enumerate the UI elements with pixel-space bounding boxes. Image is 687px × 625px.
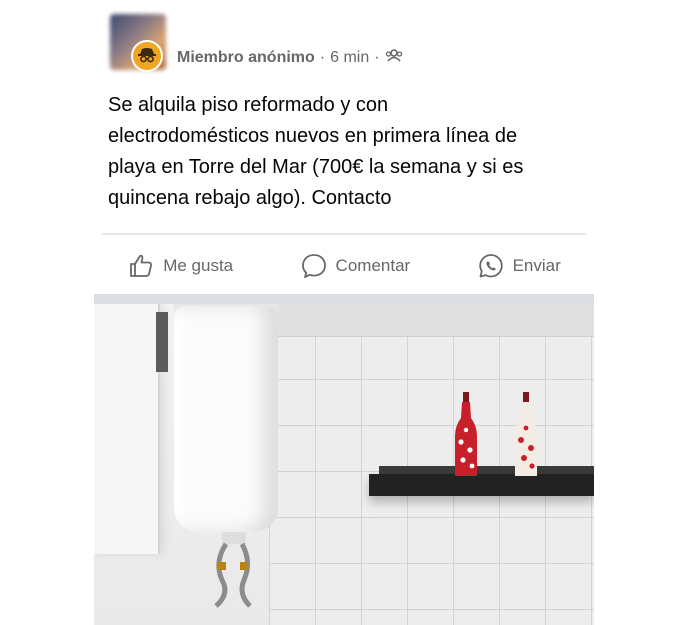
red-bottle — [455, 392, 477, 476]
share-label: Enviar — [512, 256, 561, 275]
post-actions: Me gusta Comentar Enviar — [94, 244, 594, 288]
post-meta: Miembro anónimo · 6 min · — [177, 48, 403, 67]
post-photo[interactable] — [94, 304, 594, 625]
like-button[interactable]: Me gusta — [127, 252, 233, 280]
author-name[interactable]: Miembro anónimo — [177, 49, 315, 67]
meta-separator: · — [374, 48, 380, 66]
thumbs-up-icon — [130, 254, 153, 277]
post-text-line: Se alquila piso reformado y con — [108, 94, 389, 116]
comment-label: Comentar — [335, 256, 411, 275]
wall-cabinet — [94, 304, 160, 554]
meta-separator: · — [319, 48, 326, 66]
share-button[interactable]: Enviar — [477, 252, 561, 280]
floating-shelf — [369, 474, 594, 496]
like-label: Me gusta — [163, 256, 234, 275]
post-text-line: electrodomésticos nuevos en primera líne… — [108, 125, 518, 147]
post-time[interactable]: 6 min — [330, 49, 369, 67]
door-frame — [156, 312, 168, 372]
white-bottle — [515, 392, 537, 476]
post-text-line: playa en Torre del Mar (700€ la semana y… — [108, 156, 524, 178]
boiler-pipes — [214, 532, 252, 608]
water-heater — [174, 306, 278, 532]
post-card: Miembro anónimo · 6 min · Se alquila pis… — [94, 0, 594, 625]
divider — [102, 233, 586, 235]
ceiling — [259, 304, 594, 337]
post-text: Se alquila piso reformado y con electrod… — [108, 90, 578, 214]
speech-bubble-icon — [301, 254, 326, 278]
anonymous-member-icon — [131, 40, 163, 72]
group-icon — [385, 48, 403, 67]
comment-button[interactable]: Comentar — [300, 252, 411, 280]
post-header: Miembro anónimo · 6 min · — [94, 0, 594, 80]
post-text-line: quincena rebajo algo). Contacto — [108, 187, 392, 209]
whatsapp-icon — [478, 254, 503, 278]
section-gap — [94, 294, 594, 304]
